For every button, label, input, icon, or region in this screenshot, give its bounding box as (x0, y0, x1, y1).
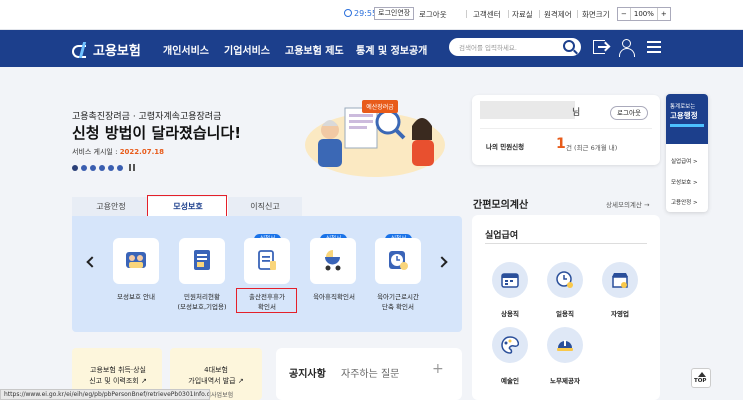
archive-link[interactable]: 자료실 (512, 9, 533, 20)
search-input[interactable]: 검색어를 입력하세요. (449, 38, 581, 56)
daily-worker-button[interactable] (547, 262, 583, 298)
document-icon (194, 250, 210, 270)
notice-more-button[interactable]: + (432, 361, 444, 377)
carousel-dot[interactable] (90, 164, 96, 171)
tab-turnover-report[interactable]: 이직신고 (228, 197, 302, 216)
labor-provider-button[interactable] (547, 327, 583, 363)
tab-faq[interactable]: 자주하는 질문 (341, 365, 399, 380)
service-label[interactable]: 육아휴직확인서 (304, 292, 364, 302)
service-childcare-leave-form[interactable] (310, 238, 356, 284)
self-employed-button[interactable] (602, 262, 638, 298)
user-icon[interactable] (618, 38, 636, 57)
hamburger-menu-icon[interactable] (646, 38, 664, 56)
menu-personal[interactable]: 개인서비스 (163, 42, 209, 57)
service-label[interactable]: 육아기근로시간 단축 확인서 (368, 292, 428, 312)
helmet-icon (557, 340, 573, 351)
logout-link[interactable]: 로그아웃 (419, 9, 447, 20)
customer-center-link[interactable]: 고객센터 (473, 9, 501, 20)
calendar-icon (501, 273, 519, 288)
menu-statistics[interactable]: 통계 및 정보공개 (356, 42, 427, 57)
sidebar-item-maternity[interactable]: 모성보호 > (671, 178, 698, 186)
service-label[interactable]: 모성보호 안내 (108, 292, 164, 302)
daily-worker-label[interactable]: 일용직 (540, 308, 590, 318)
regular-worker-label[interactable]: 상용직 (485, 308, 535, 318)
family-icon (126, 252, 146, 268)
clock-icon (344, 9, 352, 17)
logo-text: 고용보험 (93, 44, 141, 59)
clock-icon (389, 251, 408, 270)
hero-date: 서비스 게시일 : 2022.07.18 (72, 148, 164, 156)
logout-button[interactable]: 로그아웃 (610, 106, 648, 120)
hero-title[interactable]: 신청 방법이 달라졌습니다! (72, 122, 241, 143)
calculator-title: 간편모의계산 (473, 200, 529, 211)
remote-control-link[interactable]: 원격제어 (544, 9, 572, 20)
logo-mark-icon (72, 41, 90, 58)
sidebar-item-employment-stability[interactable]: 고용안정 > (671, 198, 698, 206)
login-icon[interactable] (591, 38, 609, 56)
search-icon[interactable] (563, 40, 575, 52)
stats-sidebar: 통계로보는 고용행정 실업급여 > 모성보호 > 고용안정 > (666, 94, 708, 212)
my-applications-label[interactable]: 나의 민원신청 (486, 141, 524, 151)
tab-employment-stability[interactable]: 고용안정 (72, 197, 150, 216)
hero-illustration: 예산장려금 (305, 100, 445, 177)
labor-provider-label[interactable]: 노무제공자 (540, 375, 590, 385)
carousel-dot[interactable] (81, 164, 87, 171)
calculator-card-title: 실업급여 (485, 231, 519, 241)
insurance-certificate-label: 4대보험 가입내역서 발급 ↗ (188, 366, 244, 385)
service-reduced-hours-form[interactable] (375, 238, 421, 284)
palette-icon (501, 336, 519, 354)
scroll-top-button[interactable]: TOP (691, 368, 711, 388)
user-suffix: 님 (572, 108, 581, 118)
highlight-box (236, 288, 297, 313)
self-employed-label[interactable]: 자영업 (595, 308, 645, 318)
service-label[interactable]: 민원처리현황 (모성보호,기업용) (170, 292, 234, 312)
carousel-dot[interactable] (108, 164, 114, 171)
form-icon (258, 250, 276, 270)
zoom-out-button[interactable]: − (618, 8, 630, 20)
menu-corporate[interactable]: 기업서비스 (224, 42, 270, 57)
user-panel: 님 로그아웃 나의 민원신청 1 건 (최근 6개월 내) (472, 95, 660, 165)
application-count[interactable]: 1 (556, 136, 566, 152)
masked-username (480, 101, 575, 119)
zoom-value: 100% (629, 8, 658, 20)
utility-bar: 29:55 로그인연장 로그아웃 고객센터 자료실 원격제어 화면크기 − 10… (0, 0, 743, 30)
menu-insurance-system[interactable]: 고용보험 제도 (285, 42, 344, 57)
sidebar-item-unemployment[interactable]: 실업급여 > (671, 157, 698, 165)
carousel-dot[interactable] (117, 164, 123, 171)
zoom-control: − 100% + (617, 7, 671, 21)
service-maternity-guide[interactable] (113, 238, 159, 284)
pause-icon[interactable] (129, 164, 136, 171)
svg-text:예산장려금: 예산장려금 (366, 103, 394, 111)
notice-panel: 공지사항 자주하는 질문 + (276, 348, 462, 400)
logo[interactable]: 고용보험 (72, 40, 141, 59)
service-maternity-leave-form[interactable] (244, 238, 290, 284)
stroller-icon (325, 250, 341, 271)
status-bar-url: https://www.ei.go.kr/ei/eih/eg/pb/pbPers… (0, 389, 210, 400)
stats-banner[interactable]: 통계로보는 고용행정 (666, 94, 708, 144)
insurance-report-label: 고용보험 취득·상실 신고 및 이력조회 ↗ (89, 366, 147, 385)
artist-label[interactable]: 예술인 (485, 375, 535, 385)
clock-coins-icon (556, 271, 573, 288)
store-icon (612, 273, 628, 288)
regular-worker-button[interactable] (492, 262, 528, 298)
artist-button[interactable] (492, 327, 528, 363)
arrow-up-icon (698, 372, 706, 377)
screen-size-label: 화면크기 (582, 10, 610, 19)
service-complaint-status[interactable] (179, 238, 225, 284)
calculator-panel: 실업급여 상용직 일용직 자영업 예술인 노무제공자 (472, 215, 660, 400)
detailed-calculator-link[interactable]: 상세모의계산 → (606, 199, 649, 209)
zoom-in-button[interactable]: + (658, 8, 670, 20)
carousel-dot[interactable] (72, 164, 78, 171)
carousel-dot[interactable] (99, 164, 105, 171)
application-count-unit: 건 (최근 6개월 내) (566, 144, 618, 152)
carousel-indicators (72, 164, 136, 171)
session-timer: 29:55 (344, 9, 377, 18)
tab-notices[interactable]: 공지사항 (289, 365, 326, 380)
hero-subtitle: 고용촉진장려금 · 고령자계속고용장려금 (72, 112, 222, 122)
extend-login-button[interactable]: 로그인연장 (374, 7, 415, 20)
